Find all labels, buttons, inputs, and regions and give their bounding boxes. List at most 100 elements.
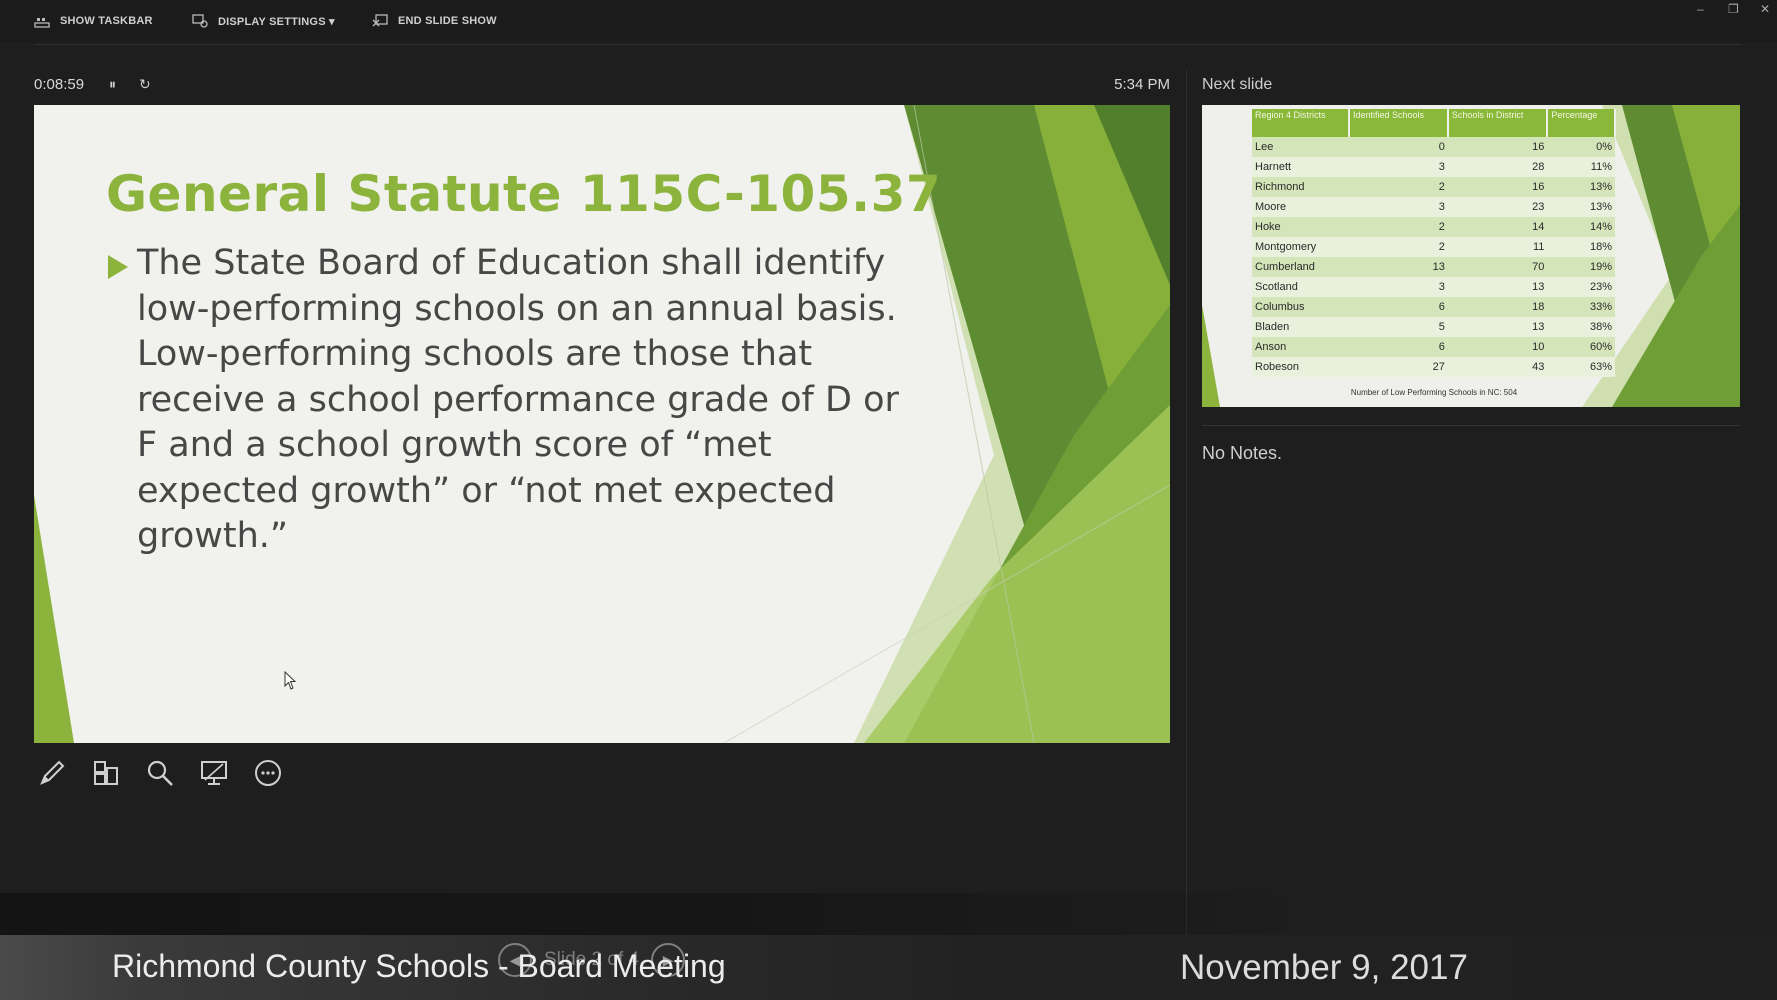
table-cell: 28 bbox=[1447, 157, 1548, 177]
table-cell: Robeson bbox=[1252, 357, 1349, 377]
table-row: Moore 3 23 13% bbox=[1252, 197, 1615, 217]
table-header: Schools in District bbox=[1447, 109, 1549, 137]
table-cell: 14% bbox=[1547, 217, 1615, 237]
next-slide-label: Next slide bbox=[1202, 76, 1273, 93]
table-cell: 3 bbox=[1348, 157, 1448, 177]
table-cell: 5 bbox=[1348, 317, 1448, 337]
table-cell: 0 bbox=[1348, 137, 1448, 157]
table-cell: 16 bbox=[1447, 137, 1548, 157]
display-settings-icon bbox=[192, 14, 208, 28]
table-cell: 38% bbox=[1547, 317, 1615, 337]
close-icon[interactable]: ✕ bbox=[1760, 2, 1770, 16]
current-slide[interactable]: General Statute 115C-105.37 The State Bo… bbox=[34, 105, 1170, 743]
table-cell: 23% bbox=[1547, 277, 1615, 297]
pen-icon[interactable] bbox=[34, 755, 70, 791]
presenter-toolbar: SHOW TASKBAR DISPLAY SETTINGS ▾ END SLID… bbox=[0, 0, 1777, 42]
display-settings-button[interactable]: DISPLAY SETTINGS ▾ bbox=[192, 12, 335, 30]
taskbar-icon bbox=[34, 18, 50, 28]
table-cell: 33% bbox=[1547, 297, 1615, 317]
toolbar-divider bbox=[34, 44, 1742, 45]
table-row: Columbus 6 18 33% bbox=[1252, 297, 1615, 317]
table-row: Anson 6 10 60% bbox=[1252, 337, 1615, 357]
table-body: Lee 0 16 0% Harnett 3 28 11% Richmond 2 16 13% Moore… bbox=[1252, 137, 1615, 377]
table-footnote: Number of Low Performing Schools in NC: … bbox=[1350, 388, 1518, 397]
table-row: Bladen 5 13 38% bbox=[1252, 317, 1615, 337]
table-cell: Moore bbox=[1252, 197, 1349, 217]
table-cell: 16 bbox=[1447, 177, 1548, 197]
end-show-icon bbox=[372, 14, 388, 27]
restore-icon[interactable]: ❐ bbox=[1728, 2, 1739, 16]
table-header: Region 4 Districts bbox=[1252, 109, 1350, 137]
table-cell: 18% bbox=[1547, 237, 1615, 257]
table-cell: Columbus bbox=[1252, 297, 1349, 317]
current-time: 5:34 PM bbox=[1114, 76, 1170, 93]
table-cell: 0% bbox=[1547, 137, 1615, 157]
pause-icon[interactable]: ⏸ bbox=[109, 76, 116, 93]
table-cell: Anson bbox=[1252, 337, 1349, 357]
next-slide-table: Region 4 Districts Identified Schools Sc… bbox=[1252, 109, 1616, 377]
meeting-caption: Richmond County Schools - Board Meeting bbox=[112, 948, 726, 984]
more-icon[interactable] bbox=[250, 755, 286, 791]
table-cell: 3 bbox=[1348, 277, 1448, 297]
minimize-icon[interactable]: – bbox=[1697, 2, 1704, 16]
table-cell: 3 bbox=[1348, 197, 1448, 217]
pane-divider[interactable] bbox=[1186, 70, 1187, 950]
table-header: Percentage bbox=[1547, 109, 1616, 137]
table-cell: 43 bbox=[1447, 357, 1548, 377]
table-cell: 13% bbox=[1547, 177, 1615, 197]
table-row: Hoke 2 14 14% bbox=[1252, 217, 1615, 237]
table-cell: Hoke bbox=[1252, 217, 1349, 237]
zoom-icon[interactable] bbox=[142, 755, 178, 791]
table-cell: 13 bbox=[1447, 317, 1548, 337]
presenter-bottom-band bbox=[0, 893, 1777, 935]
table-cell: 60% bbox=[1547, 337, 1615, 357]
table-header: Identified Schools bbox=[1348, 109, 1449, 137]
table-row: Robeson 27 43 63% bbox=[1252, 357, 1615, 377]
grid-icon[interactable] bbox=[88, 755, 124, 791]
table-row: Montgomery 2 11 18% bbox=[1252, 237, 1615, 257]
table-cell: 13 bbox=[1447, 277, 1548, 297]
bullet-arrow-icon bbox=[108, 255, 128, 279]
table-cell: 11% bbox=[1547, 157, 1615, 177]
table-cell: Bladen bbox=[1252, 317, 1349, 337]
table-cell: Montgomery bbox=[1252, 237, 1349, 257]
table-cell: 18 bbox=[1447, 297, 1548, 317]
table-cell: 63% bbox=[1547, 357, 1615, 377]
table-cell: Lee bbox=[1252, 137, 1349, 157]
table-cell: 11 bbox=[1447, 237, 1548, 257]
table-row: Cumberland 13 70 19% bbox=[1252, 257, 1615, 277]
table-cell: 23 bbox=[1447, 197, 1548, 217]
table-row: Scotland 3 13 23% bbox=[1252, 277, 1615, 297]
table-cell: 10 bbox=[1447, 337, 1548, 357]
show-taskbar-button[interactable]: SHOW TASKBAR bbox=[34, 12, 153, 30]
table-cell: 6 bbox=[1348, 337, 1448, 357]
screen-icon[interactable] bbox=[196, 755, 232, 791]
table-cell: 19% bbox=[1547, 257, 1615, 277]
next-slide-preview[interactable]: Region 4 Districts Identified Schools Sc… bbox=[1202, 105, 1740, 407]
slide-tools bbox=[34, 755, 286, 791]
table-cell: Cumberland bbox=[1252, 257, 1349, 277]
mouse-cursor-icon bbox=[284, 671, 297, 690]
meeting-date: November 9, 2017 bbox=[1180, 948, 1468, 987]
table-cell: 70 bbox=[1447, 257, 1548, 277]
speaker-notes[interactable]: No Notes. bbox=[1202, 443, 1282, 464]
slide-bullet-text: The State Board of Education shall ident… bbox=[137, 243, 899, 556]
end-slide-show-label: END SLIDE SHOW bbox=[398, 15, 497, 27]
slide-title: General Statute 115C-105.37 bbox=[106, 165, 942, 223]
end-slide-show-button[interactable]: END SLIDE SHOW bbox=[372, 12, 497, 30]
table-cell: 13% bbox=[1547, 197, 1615, 217]
elapsed-timer: 0:08:59 bbox=[34, 76, 85, 93]
show-taskbar-label: SHOW TASKBAR bbox=[60, 15, 153, 27]
display-settings-label: DISPLAY SETTINGS ▾ bbox=[218, 15, 335, 28]
restart-timer-icon[interactable]: ↻ bbox=[139, 76, 151, 93]
table-row: Harnett 3 28 11% bbox=[1252, 157, 1615, 177]
table-row: Lee 0 16 0% bbox=[1252, 137, 1615, 157]
table-cell: Richmond bbox=[1252, 177, 1349, 197]
table-cell: 27 bbox=[1348, 357, 1448, 377]
table-cell: 6 bbox=[1348, 297, 1448, 317]
table-cell: Harnett bbox=[1252, 157, 1349, 177]
table-cell: 2 bbox=[1348, 177, 1448, 197]
table-cell: 2 bbox=[1348, 217, 1448, 237]
table-cell: Scotland bbox=[1252, 277, 1349, 297]
table-cell: 13 bbox=[1348, 257, 1448, 277]
